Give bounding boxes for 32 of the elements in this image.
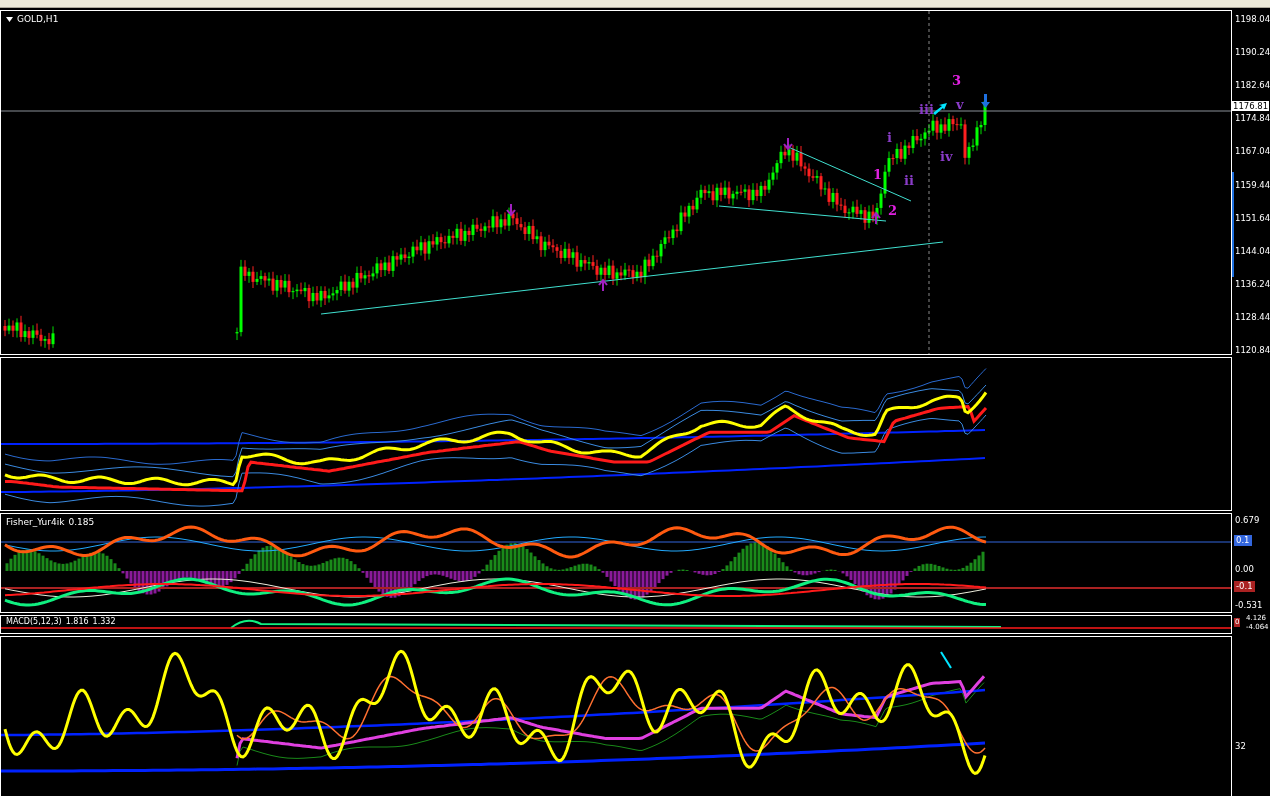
indicator-name: MACD(5,12,3) bbox=[6, 617, 62, 626]
price-axis-label: 1120.84 bbox=[1235, 344, 1270, 356]
indicator-name: Fisher_Yur4ik bbox=[6, 517, 65, 528]
price-axis-label: 1151.64 bbox=[1235, 211, 1270, 224]
wave-label: iii bbox=[919, 102, 934, 117]
price-axis-label: 1174.84 bbox=[1235, 112, 1270, 125]
chart-title: GOLD,H1 bbox=[17, 14, 59, 25]
price-axis-label: 1136.24 bbox=[1235, 277, 1270, 290]
axis-label: -0.531 bbox=[1235, 599, 1263, 611]
indicator-value: 0.185 bbox=[68, 517, 95, 528]
price-axis-label: 1167.04 bbox=[1235, 145, 1270, 158]
price-axis-label: 1144.04 bbox=[1235, 244, 1270, 257]
axis-label: 32 bbox=[1235, 740, 1246, 752]
indicator-value: 1.816 bbox=[65, 617, 89, 626]
price-axis-label: 1198.04 bbox=[1235, 13, 1270, 25]
price-axis-label: 1159.44 bbox=[1235, 178, 1270, 191]
axis-label: 0.679 bbox=[1235, 514, 1260, 526]
price-axis-label: 1190.24 bbox=[1235, 46, 1270, 59]
price-axis-label: 1182.64 bbox=[1235, 79, 1270, 92]
current-price-label: 1176.81 bbox=[1232, 101, 1270, 111]
price-axis-label: 1128.44 bbox=[1235, 310, 1270, 323]
level-label: -0.1 bbox=[1234, 581, 1255, 592]
wave-label: iv bbox=[940, 149, 953, 164]
wave-label: ii bbox=[904, 173, 914, 188]
level-label: 0.1 bbox=[1234, 535, 1252, 546]
indicator-value: 1.332 bbox=[92, 617, 116, 626]
wave-label: 3 bbox=[952, 73, 962, 88]
axis-label: 0.00 bbox=[1235, 563, 1254, 575]
wave-label: 2 bbox=[888, 203, 898, 218]
wave-label: 1 bbox=[873, 167, 883, 182]
wave-label: v bbox=[956, 97, 964, 112]
wave-label: i bbox=[887, 130, 892, 145]
